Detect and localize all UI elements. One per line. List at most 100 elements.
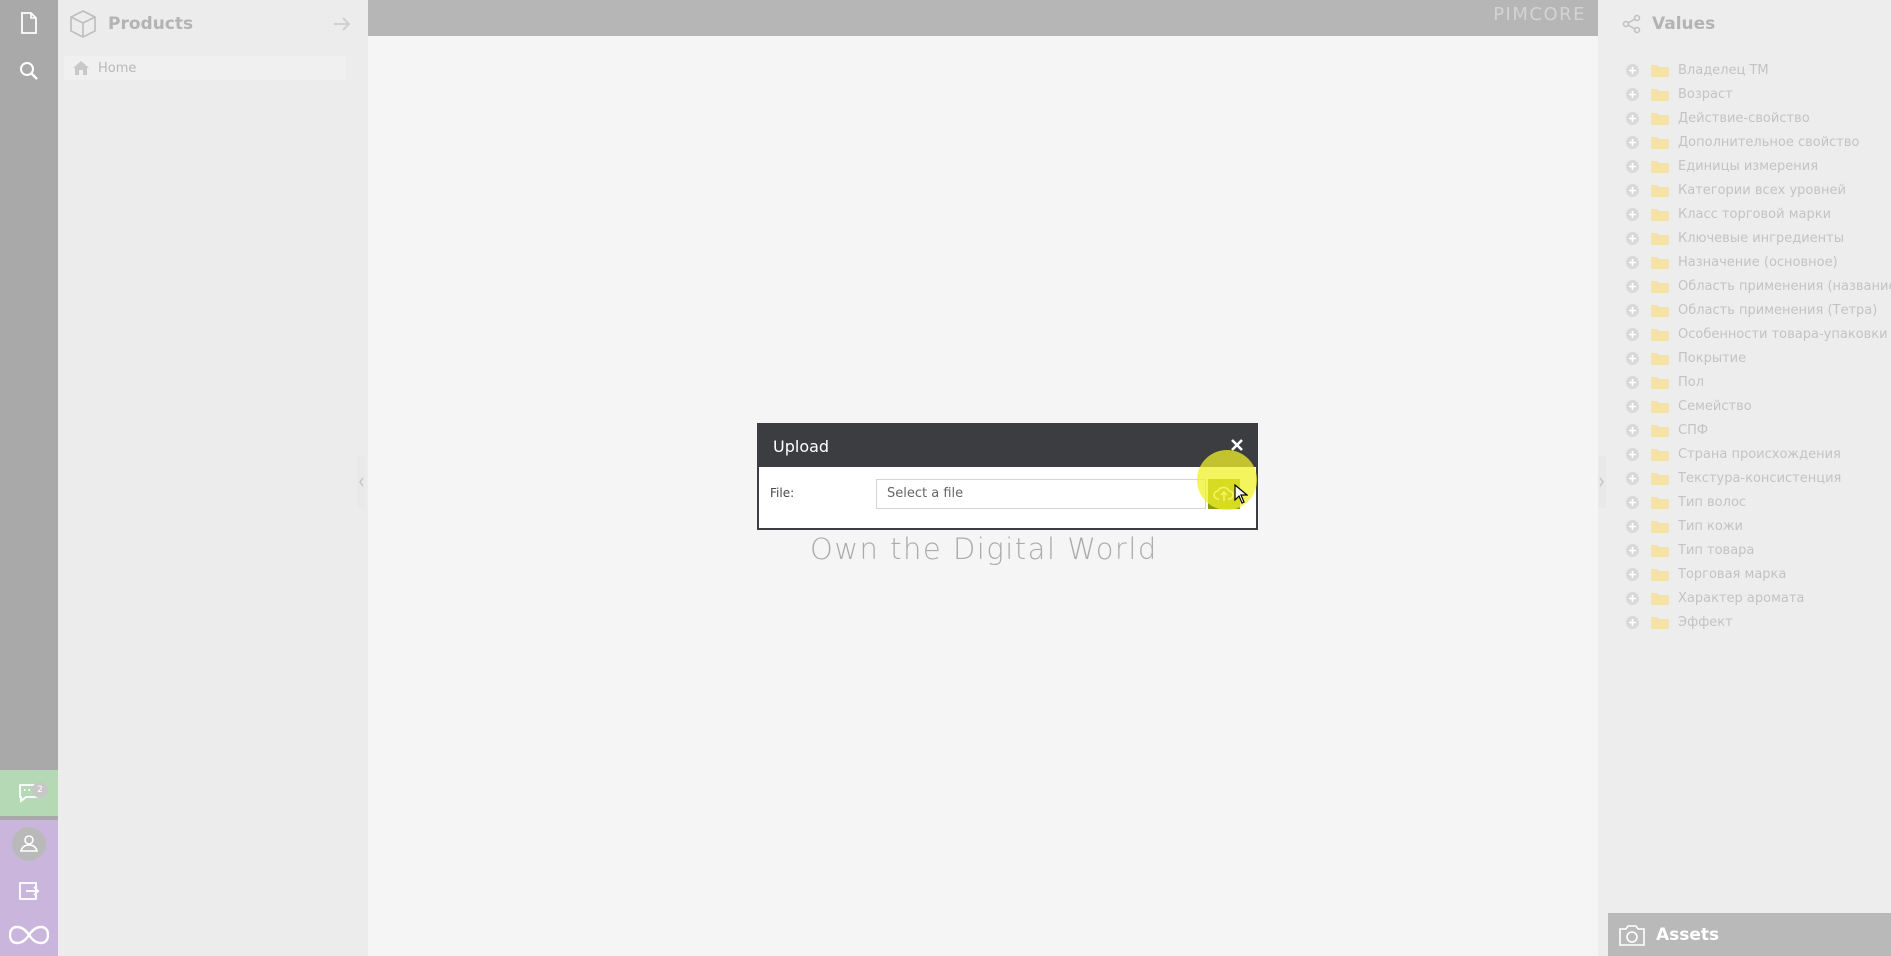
expand-plus-icon[interactable] <box>1625 399 1640 414</box>
upload-dialog-header: Upload <box>759 425 1256 467</box>
tree-item-home[interactable]: Home <box>64 56 346 80</box>
expand-plus-icon[interactable] <box>1625 159 1640 174</box>
expand-plus-icon[interactable] <box>1625 495 1640 510</box>
expand-plus-icon[interactable] <box>1625 327 1640 342</box>
expand-plus-icon[interactable] <box>1625 87 1640 102</box>
list-item-label: Действие-свойство <box>1678 110 1810 126</box>
list-item-label: Эффект <box>1678 614 1733 630</box>
expand-plus-icon[interactable] <box>1625 135 1640 150</box>
expand-plus-icon[interactable] <box>1625 519 1640 534</box>
pimcore-logo-button[interactable] <box>0 914 58 956</box>
file-select-input[interactable]: Select a file <box>876 479 1206 509</box>
list-item-label: Область применения (название) <box>1678 278 1891 294</box>
search-button[interactable] <box>0 48 58 94</box>
list-item[interactable]: СПФ <box>1598 418 1891 442</box>
file-field-label: File: <box>770 486 795 500</box>
list-item[interactable]: Покрытие <box>1598 346 1891 370</box>
list-item[interactable]: Дополнительное свойство <box>1598 130 1891 154</box>
list-item[interactable]: Текстура-консистенция <box>1598 466 1891 490</box>
folder-icon <box>1651 112 1669 125</box>
folder-icon <box>1651 280 1669 293</box>
expand-plus-icon[interactable] <box>1625 207 1640 222</box>
list-item[interactable]: Область применения (Тетра) <box>1598 298 1891 322</box>
expand-plus-icon[interactable] <box>1625 423 1640 438</box>
products-panel-title: Products <box>108 14 194 34</box>
list-item[interactable]: Тип товара <box>1598 538 1891 562</box>
list-item-label: Торговая марка <box>1678 566 1787 582</box>
upload-dialog-title: Upload <box>773 436 830 456</box>
list-item[interactable]: Пол <box>1598 370 1891 394</box>
list-item-label: Текстура-консистенция <box>1678 470 1842 486</box>
folder-icon <box>1651 160 1669 173</box>
folder-icon <box>1651 328 1669 341</box>
list-item[interactable]: Категории всех уровней <box>1598 178 1891 202</box>
list-item[interactable]: Тип кожи <box>1598 514 1891 538</box>
expand-plus-icon[interactable] <box>1625 615 1640 630</box>
expand-plus-icon[interactable] <box>1625 303 1640 318</box>
assets-panel-header[interactable]: Assets <box>1608 913 1891 956</box>
expand-plus-icon[interactable] <box>1625 231 1640 246</box>
expand-plus-icon[interactable] <box>1625 255 1640 270</box>
logout-button[interactable] <box>0 868 58 914</box>
products-panel-header: Products <box>58 0 368 48</box>
list-item[interactable]: Особенности товара-упаковки <box>1598 322 1891 346</box>
expand-plus-icon[interactable] <box>1625 63 1640 78</box>
folder-icon <box>1651 616 1669 629</box>
expand-plus-icon[interactable] <box>1625 183 1640 198</box>
expand-plus-icon[interactable] <box>1625 543 1640 558</box>
folder-icon <box>1651 184 1669 197</box>
list-item-label: Страна происхождения <box>1678 446 1841 462</box>
folder-icon <box>1651 208 1669 221</box>
list-item[interactable]: Единицы измерения <box>1598 154 1891 178</box>
folder-icon <box>1651 496 1669 509</box>
list-item-label: Покрытие <box>1678 350 1747 366</box>
folder-icon <box>1651 304 1669 317</box>
pimcore-logo: PIMCORE <box>1493 4 1586 25</box>
expand-plus-icon[interactable] <box>1625 471 1640 486</box>
home-icon <box>73 61 89 75</box>
file-menu-button[interactable] <box>0 0 58 46</box>
infinity-logo-icon <box>9 925 49 945</box>
profile-button[interactable] <box>0 820 58 868</box>
list-item[interactable]: Действие-свойство <box>1598 106 1891 130</box>
folder-icon <box>1651 592 1669 605</box>
list-item[interactable]: Назначение (основное) <box>1598 250 1891 274</box>
list-item[interactable]: Характер аромата <box>1598 586 1891 610</box>
list-item[interactable]: Тип волос <box>1598 490 1891 514</box>
list-item[interactable]: Класс торговой марки <box>1598 202 1891 226</box>
right-panel-collapse-handle[interactable] <box>1598 456 1606 508</box>
box-icon <box>70 10 96 38</box>
expand-plus-icon[interactable] <box>1625 567 1640 582</box>
list-item[interactable]: Область применения (название) <box>1598 274 1891 298</box>
mouse-cursor-icon <box>1234 484 1248 504</box>
arrow-right-icon[interactable] <box>332 15 352 33</box>
expand-plus-icon[interactable] <box>1625 375 1640 390</box>
list-item[interactable]: Ключевые ингредиенты <box>1598 226 1891 250</box>
list-item-label: Категории всех уровней <box>1678 182 1846 198</box>
expand-plus-icon[interactable] <box>1625 447 1640 462</box>
folder-icon <box>1651 424 1669 437</box>
folder-icon <box>1651 256 1669 269</box>
notifications-button[interactable]: 2 <box>0 770 58 816</box>
assets-panel-title: Assets <box>1656 924 1720 945</box>
list-item-label: Класс торговой марки <box>1678 206 1832 222</box>
tree-item-label: Home <box>98 60 137 76</box>
list-item-label: Тип кожи <box>1678 518 1743 534</box>
expand-plus-icon[interactable] <box>1625 279 1640 294</box>
list-item[interactable]: Торговая марка <box>1598 562 1891 586</box>
list-item-label: СПФ <box>1678 422 1709 438</box>
list-item[interactable]: Владелец ТМ <box>1598 58 1891 82</box>
folder-icon <box>1651 352 1669 365</box>
list-item[interactable]: Возраст <box>1598 82 1891 106</box>
folder-icon <box>1651 448 1669 461</box>
list-item-label: Единицы измерения <box>1678 158 1819 174</box>
list-item[interactable]: Семейство <box>1598 394 1891 418</box>
left-panel-collapse-handle[interactable] <box>357 456 365 508</box>
expand-plus-icon[interactable] <box>1625 111 1640 126</box>
expand-plus-icon[interactable] <box>1625 351 1640 366</box>
expand-plus-icon[interactable] <box>1625 591 1640 606</box>
folder-icon <box>1651 520 1669 533</box>
list-item[interactable]: Эффект <box>1598 610 1891 634</box>
folder-icon <box>1651 400 1669 413</box>
list-item[interactable]: Страна происхождения <box>1598 442 1891 466</box>
